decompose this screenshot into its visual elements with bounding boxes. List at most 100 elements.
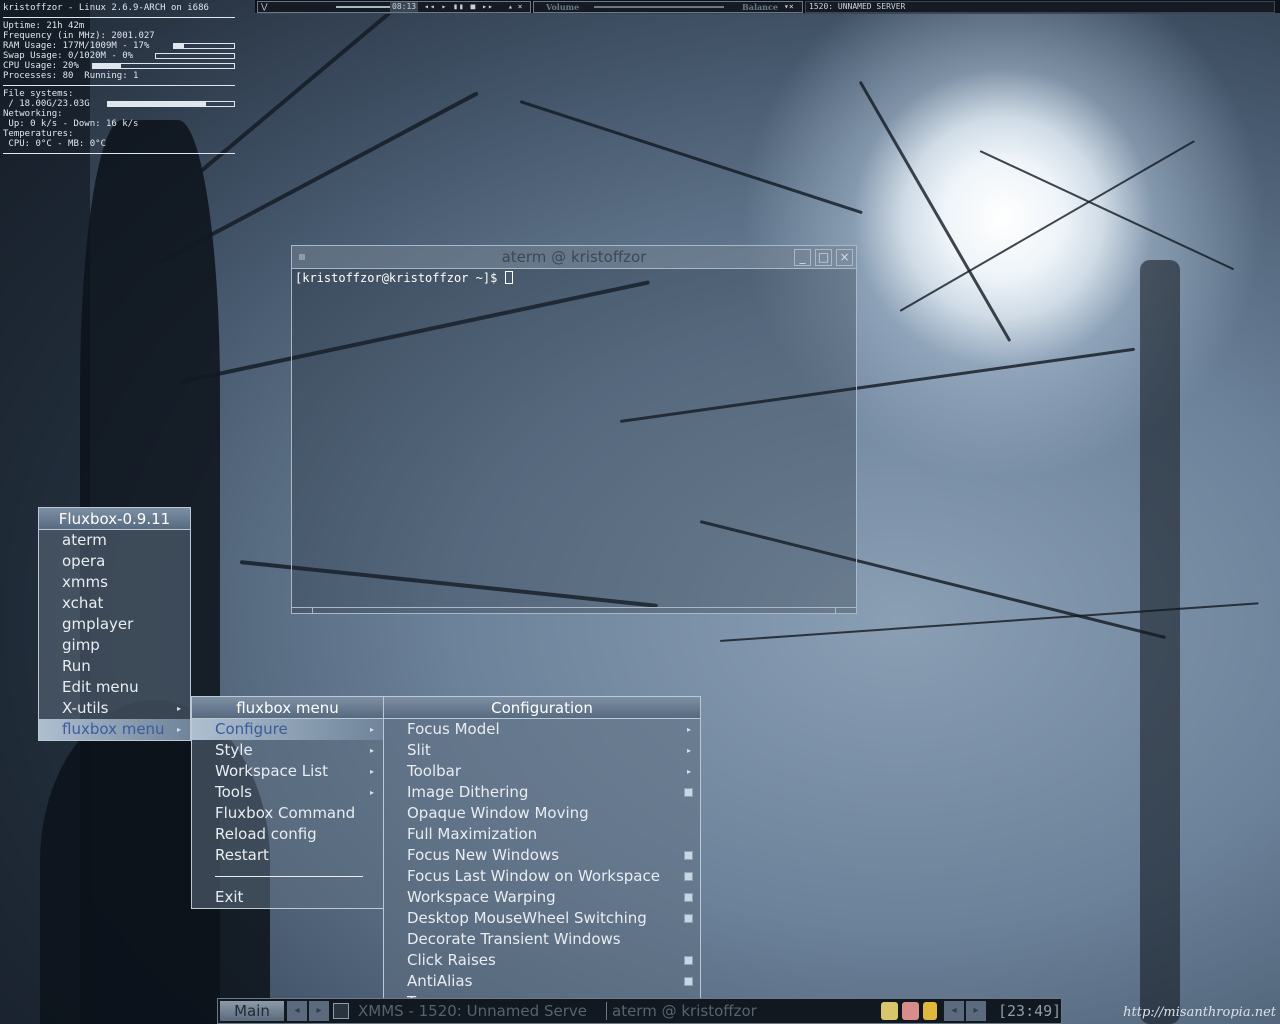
menu-item-slit[interactable]: Slit ▸ <box>384 740 700 761</box>
menu-item-label: Toolbar <box>407 762 462 780</box>
menu-item-label: Run <box>62 657 91 675</box>
menu-item-exit[interactable]: Exit <box>192 887 383 908</box>
configuration-submenu: Configuration Focus Model ▸ Slit ▸ Toolbar… <box>383 696 701 1014</box>
checkbox-checked-icon <box>684 956 693 965</box>
menu-item-xmms[interactable]: xmms <box>39 572 190 593</box>
menu-item-focus-model[interactable]: Focus Model ▸ <box>384 719 700 740</box>
menu-item-fluxbox-menu[interactable]: fluxbox menu ▸ <box>39 719 190 740</box>
menu-item-style[interactable]: Style ▸ <box>192 740 383 761</box>
menu-item-xchat[interactable]: xchat <box>39 593 190 614</box>
menu-item-workspace-warping[interactable]: Workspace Warping <box>384 887 700 908</box>
next-workspace-icon[interactable]: ▸ <box>309 1001 329 1021</box>
menu-item-fluxbox-command[interactable]: Fluxbox Command <box>192 803 383 824</box>
menu-item-label: aterm <box>62 531 107 549</box>
xchat-status: 1520: UNNAMED SERVER <box>809 2 906 11</box>
menu-item-label: fluxbox menu <box>62 720 165 738</box>
menu-separator <box>192 866 383 887</box>
conky-uptime: Uptime: 21h 42m <box>3 21 85 31</box>
conky-ram: RAM Usage: 177M/1009M - 17% <box>3 41 150 51</box>
xmms-controls-icon[interactable]: ◂◂ ▸ ▮▮ ■ ▸▸ <box>424 2 494 12</box>
volume-applet[interactable]: Volume Balance ▾× <box>533 1 803 13</box>
xmms-logo-icon: ⋁ <box>261 2 268 11</box>
cpu-bar-fill <box>93 64 122 68</box>
xmms-eject-icon[interactable]: ▴ × <box>508 2 522 12</box>
credit-url: http://misanthropia.net <box>1123 1005 1276 1020</box>
menu-item-label: opera <box>62 552 106 570</box>
top-panel: ⋁ 08:13 ◂◂ ▸ ▮▮ ■ ▸▸ ▴ × Volume Balance … <box>255 0 1280 14</box>
conky-fs-row: / 18.00G/23.03G <box>3 99 235 109</box>
checkbox-checked-icon <box>684 851 693 860</box>
terminal-content[interactable]: [kristoffzor@kristoffzor ~]$ <box>292 269 856 287</box>
menu-item-tools[interactable]: Tools ▸ <box>192 782 383 803</box>
submenu-arrow-icon: ▸ <box>686 767 691 776</box>
menu-item-label: xmms <box>62 573 108 591</box>
chevron-down-icon[interactable]: ▾× <box>784 2 794 12</box>
workspace-name[interactable]: Main <box>220 1001 284 1021</box>
menu-item-configure[interactable]: Configure ▸ <box>192 719 383 740</box>
xmms-applet[interactable]: ⋁ 08:13 ◂◂ ▸ ▮▮ ■ ▸▸ ▴ × <box>257 1 531 13</box>
conky-divider <box>3 153 235 154</box>
checkbox-checked-icon <box>684 977 693 986</box>
ram-bar-fill <box>174 44 185 48</box>
tray-avatar-icon[interactable] <box>902 1002 919 1020</box>
menu-item-decorate-transient-windows[interactable]: Decorate Transient Windows <box>384 929 700 950</box>
maximize-icon[interactable]: □ <box>815 249 832 266</box>
menu-item-label: Image Dithering <box>407 783 529 801</box>
root-menu-title: Fluxbox-0.9.11 <box>39 508 190 530</box>
menu-item-label: Workspace List <box>215 762 328 780</box>
menu-item-label: xchat <box>62 594 104 612</box>
menu-item-desktop-mousewheel-switching[interactable]: Desktop MouseWheel Switching <box>384 908 700 929</box>
conky-net-value: Up: 0 k/s - Down: 16 k/s <box>3 119 139 129</box>
menu-item-workspace-list[interactable]: Workspace List ▸ <box>192 761 383 782</box>
terminal-window[interactable]: aterm @ kristoffzor _ □ × [kristoffzor@k… <box>291 245 857 614</box>
task-xmms[interactable]: XMMS - 1520: Unnamed Serve <box>358 1001 606 1021</box>
menu-item-gmplayer[interactable]: gmplayer <box>39 614 190 635</box>
menu-item-antialias[interactable]: AntiAlias <box>384 971 700 992</box>
menu-item-opaque-window-moving[interactable]: Opaque Window Moving <box>384 803 700 824</box>
xmms-task-icon <box>333 1003 349 1019</box>
tray-user-icon[interactable] <box>923 1002 937 1020</box>
conky-swap-row: Swap Usage: 0/1020M - 0% <box>3 51 235 61</box>
submenu-arrow-icon: ▸ <box>369 746 374 755</box>
menu-item-full-maximization[interactable]: Full Maximization <box>384 824 700 845</box>
menu-item-toolbar[interactable]: Toolbar ▸ <box>384 761 700 782</box>
close-icon[interactable]: × <box>836 249 853 266</box>
xchat-applet[interactable]: 1520: UNNAMED SERVER <box>805 1 1275 13</box>
menu-item-label: Focus Model <box>407 720 500 738</box>
volume-label: Volume <box>546 2 580 12</box>
terminal-titlebar[interactable]: aterm @ kristoffzor _ □ × <box>292 246 856 269</box>
menu-item-label: Style <box>215 741 253 759</box>
menu-item-image-dithering[interactable]: Image Dithering <box>384 782 700 803</box>
menu-item-label: Focus Last Window on Workspace <box>407 867 660 885</box>
window-menu-icon[interactable] <box>299 254 305 260</box>
menu-item-x-utils[interactable]: X-utils ▸ <box>39 698 190 719</box>
minimize-icon[interactable]: _ <box>794 249 811 266</box>
volume-slider[interactable] <box>594 6 724 8</box>
menu-item-label: gimp <box>62 636 100 654</box>
prev-window-icon[interactable]: ◂ <box>944 1001 964 1021</box>
submenu-arrow-icon: ▸ <box>369 767 374 776</box>
menu-item-label: Full Maximization <box>407 825 538 843</box>
next-window-icon[interactable]: ▸ <box>966 1001 986 1021</box>
tray-app-icon[interactable] <box>881 1002 898 1020</box>
submenu-arrow-icon: ▸ <box>686 746 691 755</box>
menu-item-reload-config[interactable]: Reload config <box>192 824 383 845</box>
xmms-time: 08:13 <box>390 2 419 12</box>
menu-item-focus-last-window[interactable]: Focus Last Window on Workspace <box>384 866 700 887</box>
menu-item-aterm[interactable]: aterm <box>39 530 190 551</box>
window-resize-handle[interactable] <box>292 607 856 613</box>
menu-item-edit-menu[interactable]: Edit menu <box>39 677 190 698</box>
menu-item-restart[interactable]: Restart <box>192 845 383 866</box>
menu-item-focus-new-windows[interactable]: Focus New Windows <box>384 845 700 866</box>
menu-item-click-raises[interactable]: Click Raises <box>384 950 700 971</box>
ram-bar <box>173 43 235 49</box>
menu-item-gimp[interactable]: gimp <box>39 635 190 656</box>
menu-item-label: Workspace Warping <box>407 888 556 906</box>
menu-item-label: Reload config <box>215 825 317 843</box>
prev-workspace-icon[interactable]: ◂ <box>287 1001 307 1021</box>
task-aterm[interactable]: aterm @ kristoffzor <box>612 1001 872 1021</box>
menu-item-label: AntiAlias <box>407 972 473 990</box>
menu-item-opera[interactable]: opera <box>39 551 190 572</box>
conky-cpu-row: CPU Usage: 20% <box>3 61 235 71</box>
menu-item-run[interactable]: Run <box>39 656 190 677</box>
